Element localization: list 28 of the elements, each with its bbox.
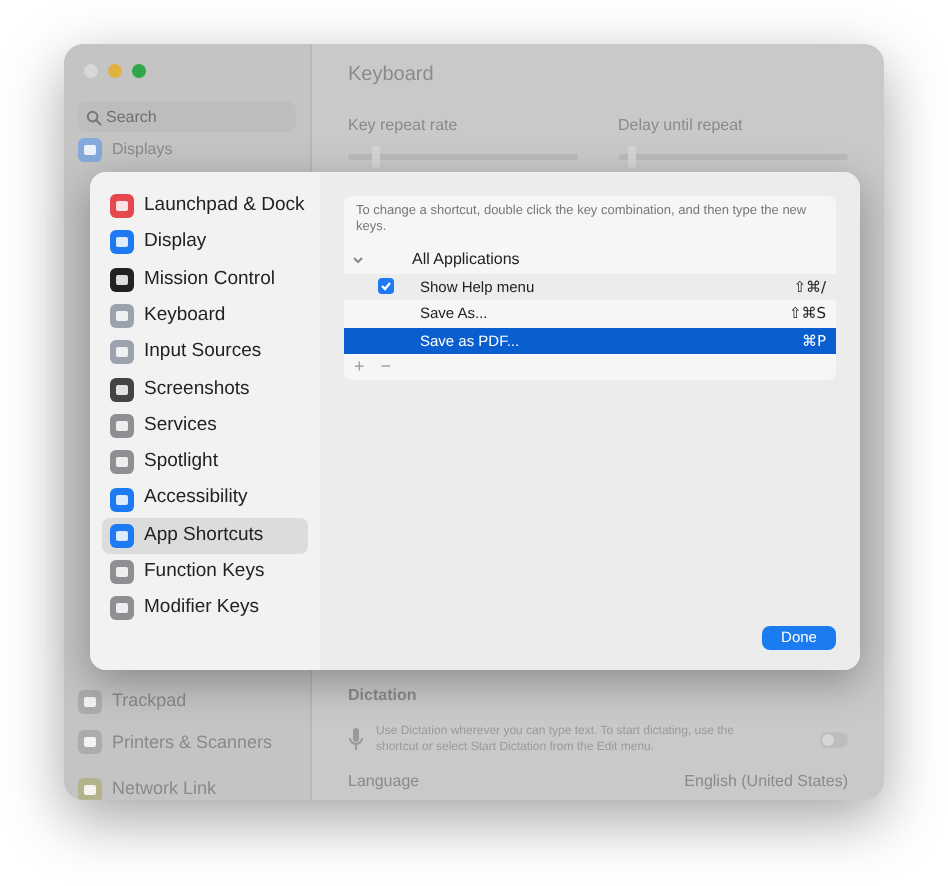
sidebar-item[interactable]: Display <box>102 224 308 262</box>
sidebar-item[interactable]: Spotlight <box>102 444 308 481</box>
checkmark-icon <box>380 280 392 293</box>
zoom-button[interactable] <box>132 64 146 78</box>
sidebar-item[interactable]: Modifier Keys <box>102 590 308 628</box>
search-icon <box>86 109 102 125</box>
group-label: All Applications <box>412 247 520 272</box>
window-title: Keyboard <box>348 62 436 90</box>
sidebar-item[interactable]: Function Keys <box>102 553 308 591</box>
slider-label: Delay until repeat <box>618 114 745 138</box>
minimize-button[interactable] <box>108 64 122 78</box>
chevron-icon[interactable] <box>352 253 364 266</box>
sidebar-item[interactable]: Launchpad & Dock <box>102 188 308 225</box>
sidebar-item[interactable]: Accessibility <box>102 480 308 518</box>
slider-label: Key repeat rate <box>348 114 460 138</box>
sidebar-item[interactable]: Input Sources <box>102 334 308 371</box>
search-field[interactable]: Search <box>78 102 296 132</box>
sidebar-item[interactable]: Mission Control <box>102 261 308 298</box>
dictation-toggle[interactable] <box>820 732 848 748</box>
sidebar-item[interactable]: Keyboard <box>102 297 308 335</box>
sidebar-item[interactable]: Screenshots <box>102 370 308 408</box>
checkbox[interactable] <box>378 278 394 295</box>
section-heading: Dictation <box>348 684 419 708</box>
microphone-icon <box>348 728 364 752</box>
sidebar-item[interactable]: Services <box>102 407 308 445</box>
slider-thumb[interactable] <box>627 146 636 168</box>
sidebar-item[interactable]: App Shortcuts <box>102 517 308 554</box>
language-label: Language <box>348 770 420 794</box>
